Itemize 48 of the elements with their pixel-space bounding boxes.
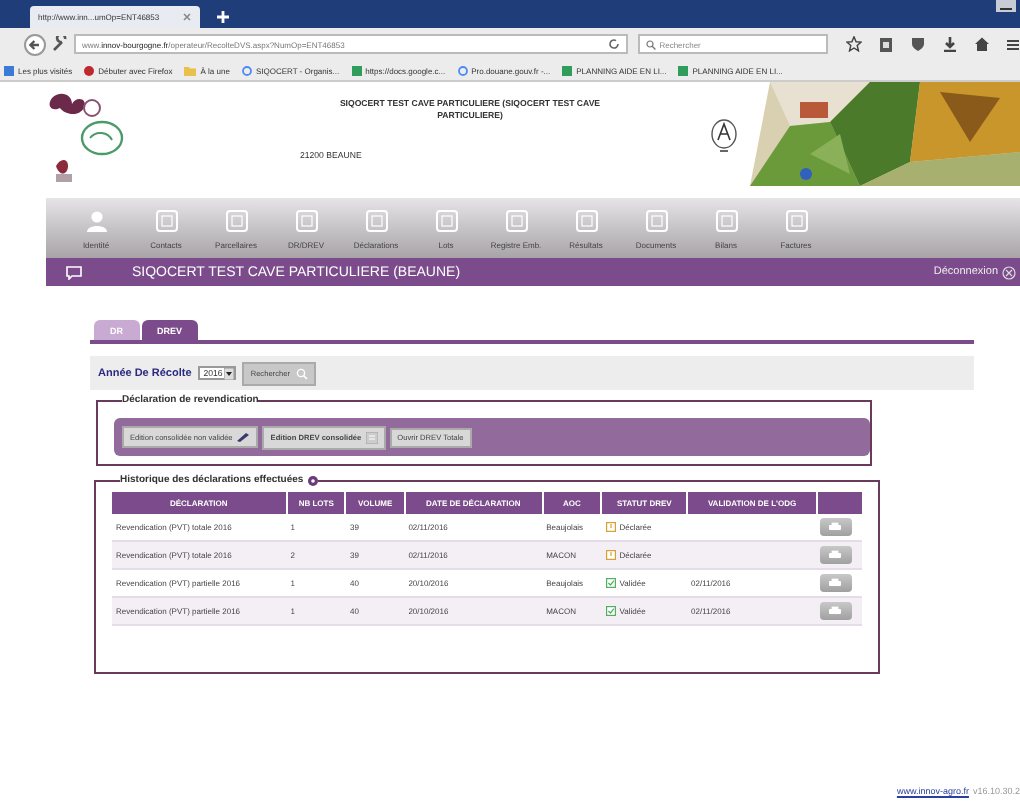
- clipboard-icon[interactable]: [878, 36, 894, 52]
- folder-icon: [184, 65, 197, 75]
- home-icon[interactable]: [974, 36, 990, 52]
- print-button[interactable]: [819, 574, 851, 592]
- tile-icon: [715, 210, 737, 232]
- back-icon[interactable]: [24, 33, 46, 55]
- printer-icon: [828, 606, 842, 616]
- pending-icon: [605, 550, 616, 560]
- tile-icon: [295, 210, 317, 232]
- close-icon[interactable]: [182, 12, 192, 22]
- page-icon: [562, 65, 573, 75]
- page-icon: [4, 65, 14, 75]
- help-icon[interactable]: [307, 475, 318, 485]
- tile-icon: [365, 210, 387, 232]
- print-button[interactable]: [819, 518, 851, 536]
- page-icon: [351, 65, 362, 75]
- dropdown-icon: [224, 367, 235, 379]
- printer-icon: [828, 522, 842, 532]
- star-icon[interactable]: [846, 36, 862, 52]
- pending-icon: [605, 522, 616, 532]
- person-icon: [85, 210, 107, 232]
- tile-icon: [155, 210, 177, 232]
- printer-icon: [828, 550, 842, 560]
- new-tab-icon[interactable]: [216, 10, 230, 24]
- wrench-icon[interactable]: [52, 36, 68, 52]
- print-button[interactable]: [819, 546, 851, 564]
- seal-icon: [710, 118, 738, 154]
- check-icon: [605, 606, 616, 616]
- download-icon[interactable]: [942, 36, 958, 52]
- check-icon: [605, 578, 616, 588]
- tile-icon: [435, 210, 457, 232]
- search-icon: [295, 367, 308, 379]
- tile-icon: [505, 210, 527, 232]
- page-icon: [678, 65, 689, 75]
- search-icon: [645, 39, 656, 49]
- shield-icon[interactable]: [910, 36, 926, 52]
- tile-icon: [575, 210, 597, 232]
- tile-icon: [785, 210, 807, 232]
- chat-icon: [66, 265, 82, 279]
- tile-icon: [645, 210, 667, 232]
- pen-icon: [236, 432, 251, 442]
- list-icon: [365, 431, 378, 443]
- print-button[interactable]: [819, 602, 851, 620]
- menu-icon[interactable]: [1006, 37, 1020, 51]
- minimize-icon[interactable]: [996, 0, 1016, 12]
- printer-icon: [828, 578, 842, 588]
- reload-icon[interactable]: [607, 38, 620, 50]
- tile-icon: [225, 210, 247, 232]
